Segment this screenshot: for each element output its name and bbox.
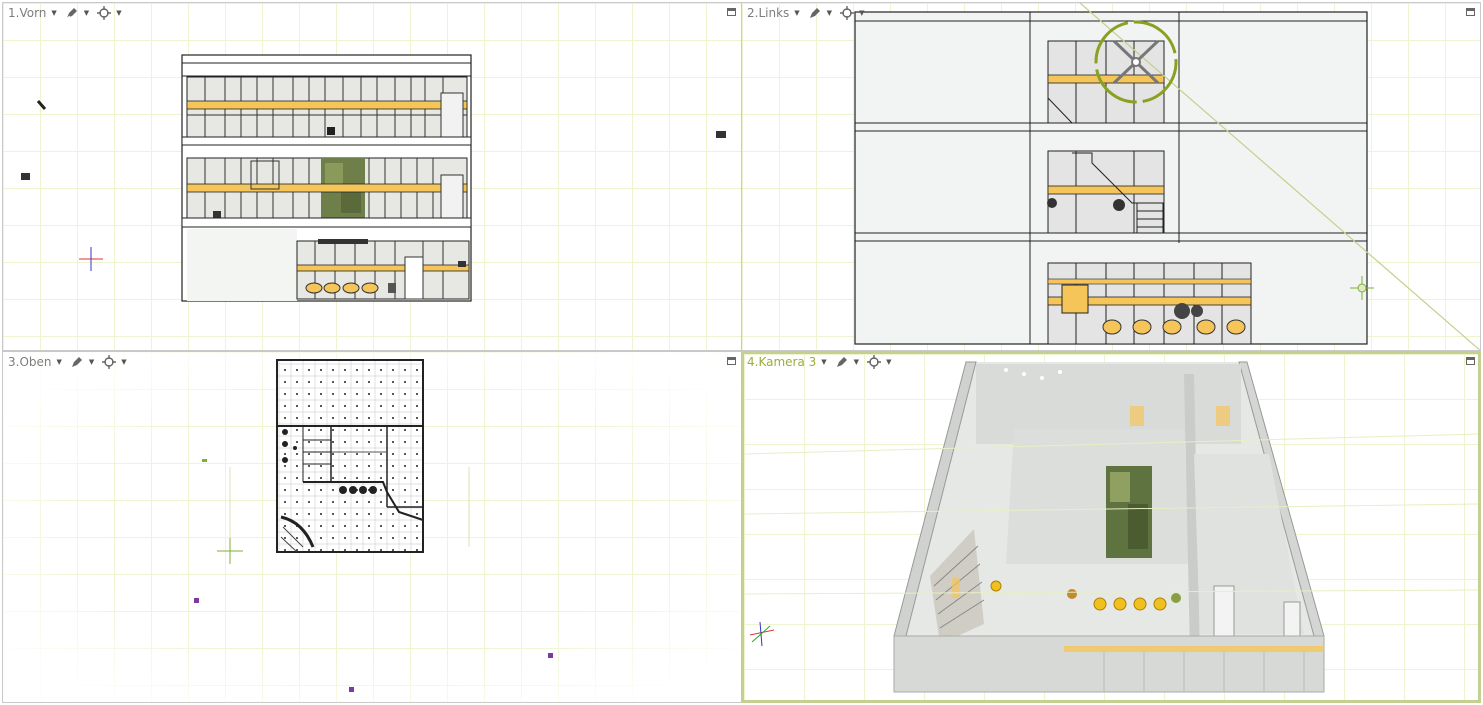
pen-icon[interactable] — [65, 6, 79, 20]
viewport-header: 3.Oben ▼ ▼ ▼ — [8, 355, 131, 369]
crosshair-icon[interactable] — [867, 355, 882, 369]
viewport-title[interactable]: 2.Links — [747, 6, 789, 20]
chevron-down-icon[interactable]: ▼ — [89, 358, 94, 366]
chevron-down-icon[interactable]: ▼ — [116, 9, 121, 17]
chevron-down-icon[interactable]: ▼ — [821, 358, 826, 366]
viewport-header: 4.Kamera 3 ▼ ▼ ▼ — [747, 355, 895, 369]
viewport-title[interactable]: 3.Oben — [8, 355, 52, 369]
chevron-down-icon[interactable]: ▼ — [827, 9, 832, 17]
pen-icon[interactable] — [835, 355, 849, 369]
viewport-title[interactable]: 4.Kamera 3 — [747, 355, 816, 369]
chevron-down-icon[interactable]: ▼ — [51, 9, 56, 17]
crosshair-icon[interactable] — [840, 6, 855, 20]
chevron-down-icon[interactable]: ▼ — [854, 358, 859, 366]
chevron-down-icon[interactable]: ▼ — [84, 9, 89, 17]
front-elevation-drawing — [21, 54, 726, 302]
viewport-front[interactable]: 1.Vorn ▼ ▼ ▼ — [2, 2, 742, 351]
crosshair-icon[interactable] — [97, 6, 112, 20]
pen-icon[interactable] — [70, 355, 84, 369]
chevron-down-icon[interactable]: ▼ — [859, 9, 864, 17]
viewport-top[interactable]: 3.Oben ▼ ▼ ▼ — [2, 351, 742, 703]
chevron-down-icon[interactable]: ▼ — [121, 358, 126, 366]
chevron-down-icon[interactable]: ▼ — [57, 358, 62, 366]
maximize-icon[interactable] — [727, 8, 736, 16]
chevron-down-icon[interactable]: ▼ — [886, 358, 891, 366]
maximize-icon[interactable] — [727, 357, 736, 365]
viewport-header: 1.Vorn ▼ ▼ ▼ — [8, 6, 126, 20]
viewport-header: 2.Links ▼ ▼ ▼ — [747, 6, 868, 20]
viewport-left[interactable]: 2.Links ▼ ▼ ▼ — [741, 2, 1481, 351]
crosshair-icon[interactable] — [102, 355, 117, 369]
top-plan-drawing — [3, 352, 741, 702]
left-elevation-drawing — [854, 3, 1480, 350]
chevron-down-icon[interactable]: ▼ — [794, 9, 799, 17]
viewport-title[interactable]: 1.Vorn — [8, 6, 46, 20]
viewport-camera[interactable]: 4.Kamera 3 ▼ ▼ ▼ — [741, 351, 1481, 703]
perspective-3d-render — [744, 361, 1478, 693]
maximize-icon[interactable] — [1466, 357, 1475, 365]
pen-icon[interactable] — [808, 6, 822, 20]
maximize-icon[interactable] — [1466, 8, 1475, 16]
